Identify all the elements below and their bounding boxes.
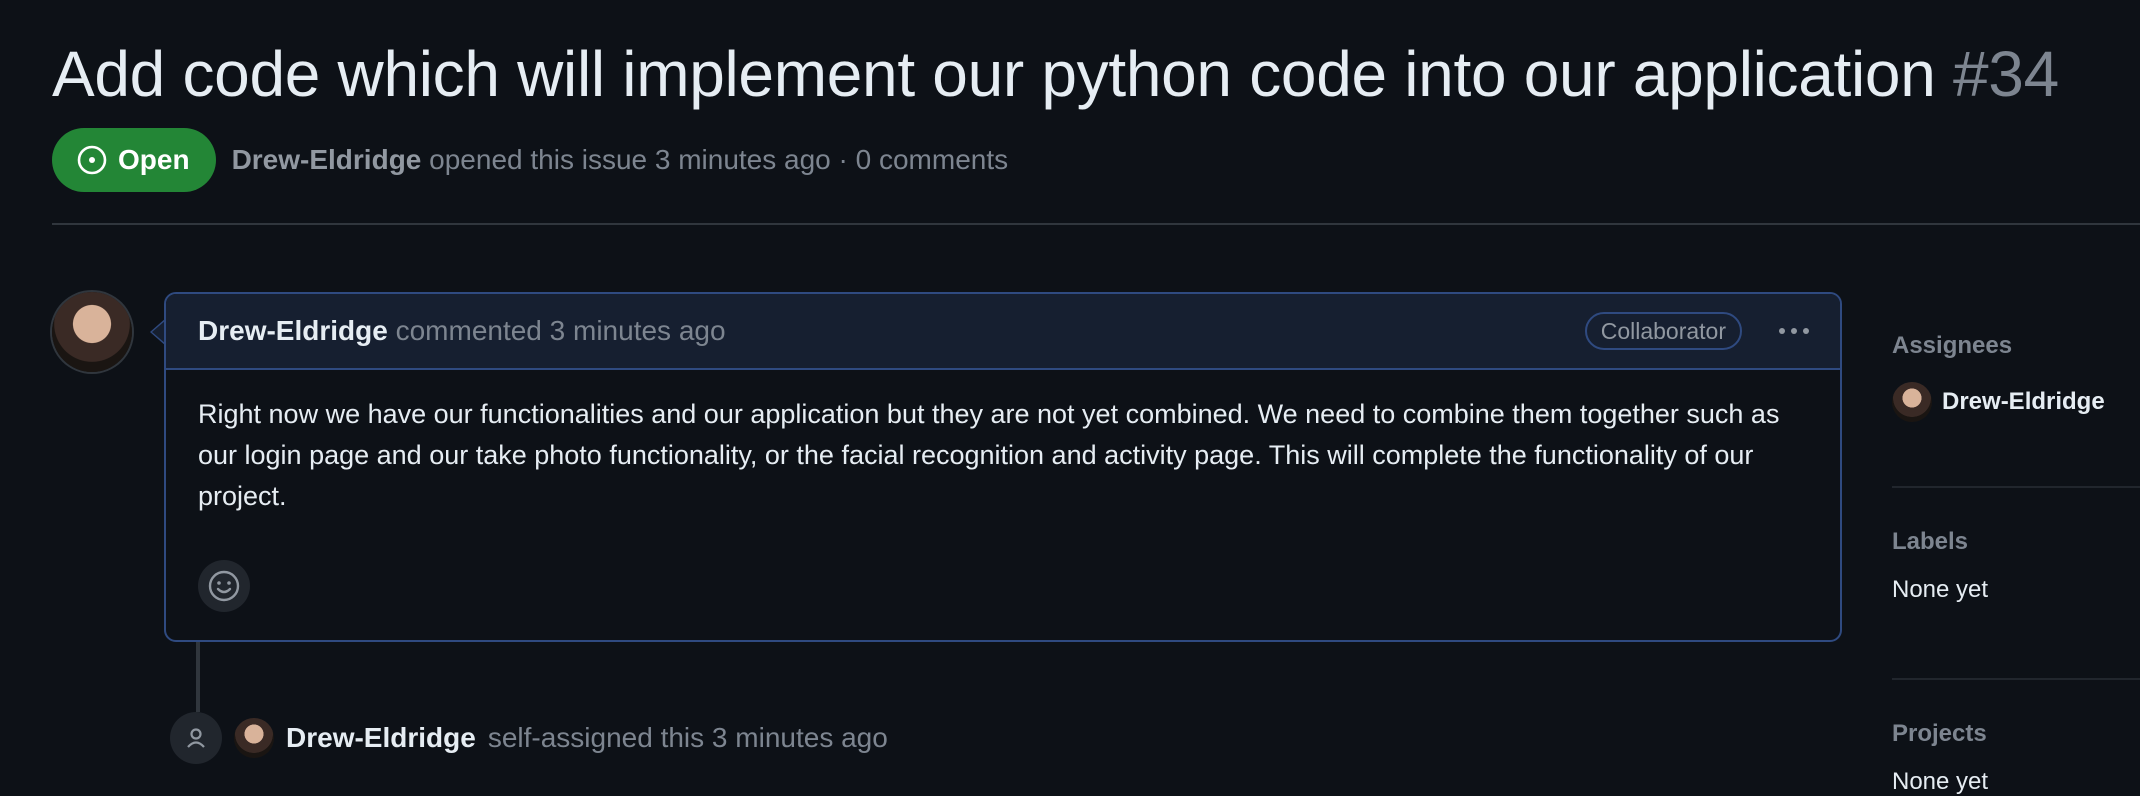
comment-meta: Drew-Eldridge commented 3 minutes ago bbox=[198, 315, 726, 347]
labels-value: None yet bbox=[1892, 576, 1989, 603]
person-icon bbox=[170, 712, 222, 764]
add-reaction-button[interactable] bbox=[198, 560, 250, 612]
issue-meta: Open Drew-Eldridge opened this issue 3 m… bbox=[52, 128, 1008, 192]
issue-opened-text: Drew-Eldridge opened this issue 3 minute… bbox=[232, 144, 1009, 176]
timeline-line bbox=[196, 642, 200, 712]
state-label: Open bbox=[118, 144, 190, 175]
assignee-item[interactable]: Drew-Eldridge bbox=[1892, 380, 2140, 424]
sidebar-assignees: Assignees Drew-Eldridge bbox=[1892, 328, 2140, 488]
sidebar-labels: Labels None yet bbox=[1892, 524, 2140, 680]
collaborator-badge: Collaborator bbox=[1584, 312, 1742, 350]
event-author-link[interactable]: Drew-Eldridge bbox=[286, 722, 476, 754]
issue-comment: Drew-Eldridge commented 3 minutes ago Co… bbox=[164, 292, 1842, 642]
kebab-dot bbox=[1779, 328, 1785, 334]
projects-heading[interactable]: Projects bbox=[1892, 716, 2140, 752]
kebab-dot bbox=[1803, 328, 1809, 334]
assignee-name: Drew-Eldridge bbox=[1942, 388, 2105, 415]
issue-opened-icon bbox=[77, 145, 107, 175]
issue-title: Add code which will implement our python… bbox=[52, 34, 2059, 114]
comment-author-link[interactable]: Drew-Eldridge bbox=[198, 315, 388, 346]
labels-heading[interactable]: Labels bbox=[1892, 524, 2140, 560]
assignees-heading[interactable]: Assignees bbox=[1892, 328, 2140, 364]
issue-sidebar: Assignees Drew-Eldridge Labels None yet … bbox=[1892, 292, 2140, 796]
issue-number: #34 bbox=[1953, 38, 2059, 110]
smiley-icon bbox=[208, 570, 240, 602]
kebab-dot bbox=[1791, 328, 1797, 334]
person-glyph bbox=[187, 728, 205, 748]
timeline-assign-event: Drew-Eldridge self-assigned this 3 minut… bbox=[170, 712, 888, 764]
header-divider bbox=[52, 223, 2140, 225]
comment-author-avatar[interactable] bbox=[52, 292, 132, 372]
issue-author-link[interactable]: Drew-Eldridge bbox=[232, 144, 422, 175]
comment-timestamp[interactable]: commented 3 minutes ago bbox=[396, 315, 726, 346]
projects-value: None yet bbox=[1892, 768, 1989, 795]
sidebar-projects: Projects None yet bbox=[1892, 716, 2140, 796]
comment-body: Right now we have our functionalities an… bbox=[198, 399, 1780, 511]
event-text: self-assigned this 3 minutes ago bbox=[487, 722, 888, 753]
state-badge: Open bbox=[52, 128, 216, 192]
issue-title-text: Add code which will implement our python… bbox=[52, 38, 1936, 110]
kebab-horizontal-icon[interactable] bbox=[1770, 312, 1818, 350]
assignee-avatar bbox=[1892, 382, 1932, 422]
event-author-avatar[interactable] bbox=[234, 718, 274, 758]
comment-header: Drew-Eldridge commented 3 minutes ago Co… bbox=[166, 294, 1840, 370]
issue-opened-detail: opened this issue 3 minutes ago · 0 comm… bbox=[429, 144, 1009, 175]
